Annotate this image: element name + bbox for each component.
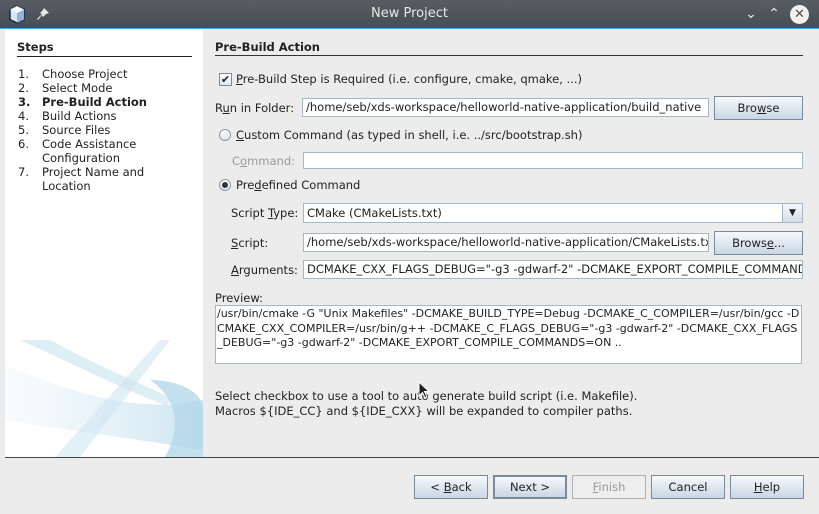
script-input[interactable]: /home/seb/xds-workspace/helloworld-nativ… [303, 233, 709, 252]
footer-separator [5, 457, 819, 458]
prebuild-required-checkbox[interactable]: ✔ [219, 73, 232, 86]
step-number: 3. [18, 95, 31, 109]
cancel-button[interactable]: Cancel [651, 475, 725, 499]
script-type-label: Script Type: [231, 206, 299, 220]
step-label: Select Mode [42, 81, 113, 95]
run-in-folder-label: Run in Folder: [215, 101, 295, 115]
chevron-down-icon[interactable]: ▼ [782, 204, 802, 222]
step-item: 1. Choose Project [18, 67, 198, 81]
decorative-wave-graphic [5, 340, 203, 457]
minimize-icon[interactable]: ⌄ [742, 5, 760, 23]
back-button[interactable]: < Back [414, 475, 488, 499]
preview-label: Preview: [215, 291, 264, 305]
step-item: 6. Code Assistance Configuration [18, 137, 198, 165]
step-item: 7. Project Name and Location [18, 165, 198, 193]
browse-folder-button[interactable]: Browse [714, 96, 803, 120]
step-number: 1. [18, 67, 29, 81]
custom-command-label[interactable]: Custom Command (as typed in shell, i.e. … [236, 128, 582, 142]
step-label: Choose Project [42, 67, 128, 81]
step-number: 7. [18, 165, 29, 179]
steps-panel: Steps 1. Choose Project 2. Select Mode 3. P… [5, 30, 203, 457]
step-number: 6. [18, 137, 29, 151]
steps-title: Steps [17, 40, 192, 57]
step-item-active: 3. Pre-Build Action [18, 95, 198, 109]
arguments-input[interactable]: DCMAKE_CXX_FLAGS_DEBUG="-g3 -gdwarf-2" -… [303, 260, 803, 279]
command-label: Command: [232, 154, 295, 168]
custom-command-radio[interactable] [219, 129, 231, 141]
step-label: Project Name and Location [42, 165, 145, 193]
predefined-command-radio[interactable] [219, 179, 231, 191]
run-in-folder-input[interactable]: /home/seb/xds-workspace/helloworld-nativ… [302, 98, 709, 117]
step-label: Build Actions [42, 109, 117, 123]
prebuild-required-label[interactable]: Pre-Build Step is Required (i.e. configu… [236, 72, 582, 86]
close-icon[interactable]: ✕ [790, 5, 809, 24]
browse-script-button[interactable]: Browse... [714, 231, 803, 255]
mouse-cursor-icon [418, 381, 430, 399]
step-item: 5. Source Files [18, 123, 198, 137]
title-bar: New Project ⌄ ⌃ ✕ [0, 0, 819, 29]
step-item: 4. Build Actions [18, 109, 198, 123]
next-button[interactable]: Next > [493, 475, 567, 499]
command-input[interactable] [303, 152, 803, 169]
info-line-2: Macros ${IDE_CC} and ${IDE_CXX} will be … [215, 403, 633, 418]
steps-list: 1. Choose Project 2. Select Mode 3. Pre-Bui… [18, 67, 198, 193]
step-item: 2. Select Mode [18, 81, 198, 95]
step-label: Code Assistance Configuration [42, 137, 137, 165]
predefined-command-label[interactable]: Predefined Command [236, 178, 360, 192]
step-number: 4. [18, 109, 29, 123]
script-label: Script: [231, 236, 269, 250]
maximize-icon[interactable]: ⌃ [765, 5, 783, 23]
step-number: 5. [18, 123, 29, 137]
preview-textarea[interactable]: /usr/bin/cmake -G "Unix Makefiles" -DCMA… [215, 305, 802, 364]
script-type-value: CMake (CMakeLists.txt) [307, 206, 442, 220]
window-title: New Project [371, 6, 448, 21]
step-label: Source Files [42, 123, 111, 137]
step-label: Pre-Build Action [42, 95, 147, 109]
finish-button: Finish [572, 475, 646, 499]
step-number: 2. [18, 81, 29, 95]
panel-title: Pre-Build Action [215, 40, 803, 56]
script-type-select[interactable]: CMake (CMakeLists.txt) ▼ [303, 203, 803, 223]
arguments-label: Arguments: [231, 263, 298, 277]
help-button[interactable]: Help [730, 475, 804, 499]
